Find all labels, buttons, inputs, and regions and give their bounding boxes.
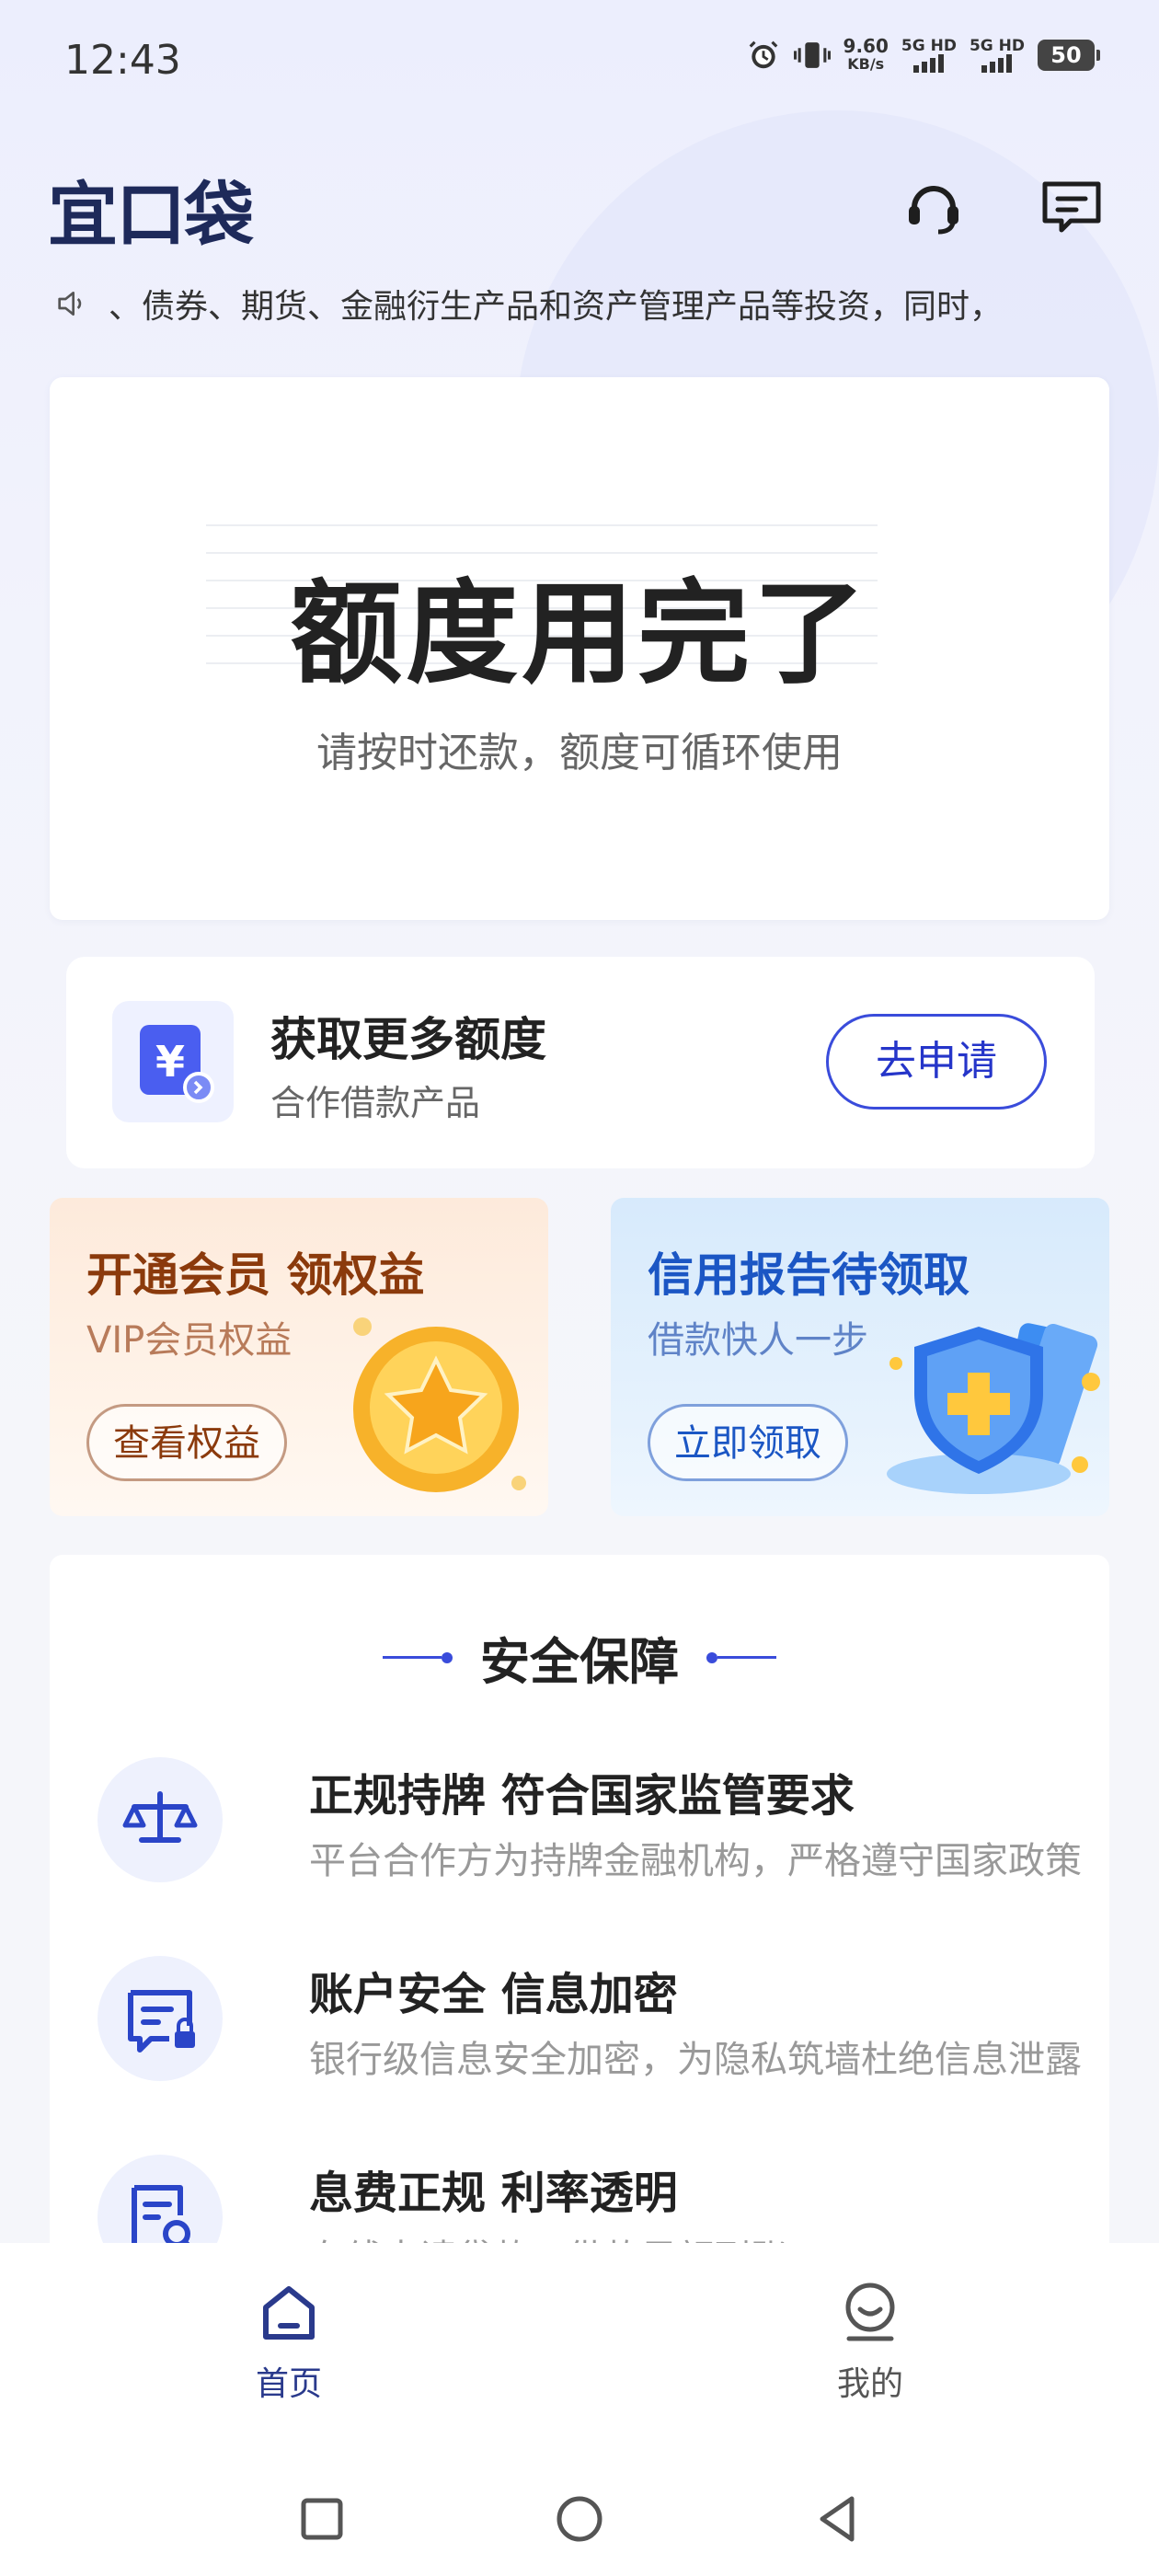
quota-subtitle: 请按时还款，额度可循环使用 <box>316 730 843 776</box>
speed-unit: KB/s <box>847 55 885 73</box>
status-time: 12:43 <box>64 37 181 84</box>
shield-icon <box>887 1323 1100 1494</box>
more-quota-title: 获取更多额度 <box>270 1013 546 1066</box>
yuan-glyph: ¥ <box>155 1037 185 1087</box>
claim-now-button[interactable]: 立即领取 <box>648 1404 848 1481</box>
title-deco-right <box>706 1651 776 1663</box>
icon-circle <box>98 1956 223 2081</box>
home-icon <box>263 2286 315 2340</box>
security-header: 安全保障 <box>50 1621 1109 1694</box>
bottom-nav: 首页 我的 <box>0 2243 1159 2576</box>
signal-2: 5G HD <box>970 38 1025 73</box>
tab-home[interactable]: 首页 <box>197 2280 381 2464</box>
back-button[interactable] <box>800 2482 874 2556</box>
profile-icon <box>845 2283 895 2341</box>
network-type-2: 5G HD <box>969 37 1025 55</box>
security-section: 安全保障 正规持牌 符合国家监管要求 平台合作方为持牌金融机构，严格遵守国家政策… <box>50 1555 1109 2280</box>
more-quota-card[interactable]: ¥ 获取更多额度 合作借款产品 去申请 <box>66 957 1095 1168</box>
icon-circle <box>98 1757 223 1882</box>
more-quota-icon-box: ¥ <box>112 1001 234 1122</box>
tab-mine-label: 我的 <box>836 2365 903 2403</box>
yuan-icon: ¥ <box>140 1025 214 1103</box>
title-deco-left <box>383 1651 453 1663</box>
apply-button[interactable]: 去申请 <box>826 1014 1047 1110</box>
security-item-title: 正规持牌 符合国家监管要求 <box>309 1770 855 1822</box>
quota-card: 额度用完了 请按时还款，额度可循环使用 <box>50 377 1109 920</box>
speaker-icon <box>58 292 82 316</box>
security-item-account: 账户安全 信息加密 银行级信息安全加密，为隐私筑墙杜绝信息泄露 <box>98 1949 1082 2087</box>
signal-bars-icon <box>901 54 957 73</box>
security-item-title: 账户安全 信息加密 <box>309 1969 678 2020</box>
encrypted-message-icon <box>128 1990 195 2053</box>
app-logo: 宜口袋 <box>48 174 254 256</box>
security-item-subtitle: 银行级信息安全加密，为隐私筑墙杜绝信息泄露 <box>309 2039 1082 2081</box>
quota-title: 额度用完了 <box>290 569 869 699</box>
notice-bar[interactable]: 、债券、期货、金融衍生产品和资产管理产品等投资，同时， <box>53 276 1111 331</box>
network-speed: 9.60 KB/s <box>843 37 889 74</box>
security-title: 安全保障 <box>480 1633 679 1691</box>
battery-icon: 50 <box>1038 40 1100 71</box>
status-bar: 12:43 9.60 KB/s 5G HD 5G HD 50 <box>0 0 1159 120</box>
tab-home-label: 首页 <box>255 2365 322 2403</box>
home-button[interactable] <box>543 2482 616 2556</box>
signal-bars-icon <box>970 54 1025 73</box>
vip-promo-card[interactable]: 开通会员 领权益 VIP会员权益 查看权益 <box>50 1198 548 1516</box>
vibrate-icon <box>793 42 831 68</box>
view-benefits-button[interactable]: 查看权益 <box>86 1404 287 1481</box>
signal-1: 5G HD <box>901 38 957 73</box>
credit-report-promo-card[interactable]: 信用报告待领取 借款快人一步 立即领取 <box>611 1198 1109 1516</box>
security-item-license: 正规持牌 符合国家监管要求 平台合作方为持牌金融机构，严格遵守国家政策 <box>98 1750 1082 1888</box>
alarm-icon <box>749 40 777 69</box>
credit-promo-subtitle: 借款快人一步 <box>648 1319 868 1362</box>
network-type-1: 5G HD <box>901 37 957 55</box>
system-nav-bar <box>0 2482 1159 2574</box>
recent-apps-button[interactable] <box>285 2482 359 2556</box>
scale-icon <box>122 1791 198 1843</box>
vip-promo-subtitle: VIP会员权益 <box>86 1319 293 1362</box>
security-item-subtitle: 平台合作方为持牌金融机构，严格遵守国家政策 <box>309 1840 1082 1882</box>
security-item-title: 息费正规 利率透明 <box>309 2168 678 2219</box>
more-quota-subtitle: 合作借款产品 <box>270 1083 481 1123</box>
credit-promo-title: 信用报告待领取 <box>648 1248 970 1302</box>
status-icons: 9.60 KB/s 5G HD 5G HD 50 <box>746 37 1100 74</box>
notice-text: 、债券、期货、金融衍生产品和资产管理产品等投资，同时， <box>109 288 1004 326</box>
gold-coin-icon <box>353 1317 526 1492</box>
message-icon[interactable] <box>1039 175 1104 239</box>
speed-value: 9.60 <box>843 35 889 57</box>
tab-mine[interactable]: 我的 <box>778 2280 962 2464</box>
customer-service-icon[interactable] <box>901 175 966 239</box>
